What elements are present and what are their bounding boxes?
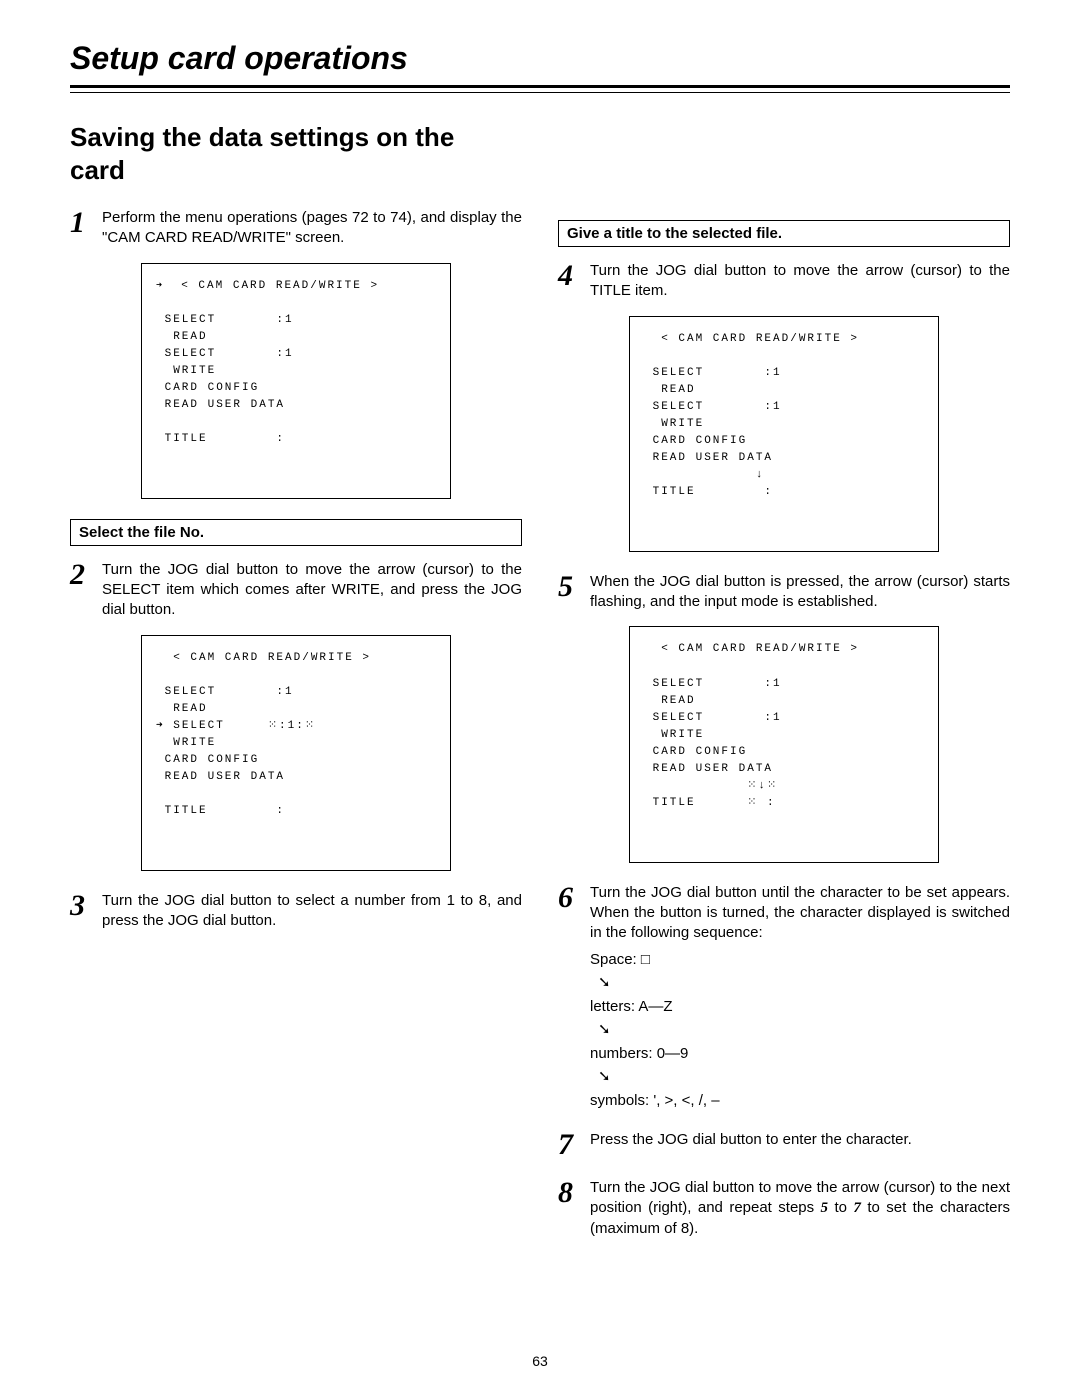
screen-cam-card-1: < CAM CARD READ/WRITE > SELECT :1 READ S… (141, 263, 451, 499)
down-arrow-icon: ➘ (598, 973, 611, 993)
seq-symbols: symbols: ', >, <, /, – (590, 1091, 1010, 1111)
screen-content: < CAM CARD READ/WRITE > SELECT :1 READ S… (644, 641, 924, 811)
inline-step-ref: 7 (853, 1200, 861, 1216)
left-column: 1 Perform the menu operations (pages 72 … (70, 208, 522, 1251)
screen-cam-card-3: < CAM CARD READ/WRITE > SELECT :1 READ S… (629, 316, 939, 552)
step-7: 7 Press the JOG dial button to enter the… (558, 1130, 1010, 1160)
step-text: When the JOG dial button is pressed, the… (590, 572, 1010, 613)
down-arrow-icon: ➘ (598, 1020, 611, 1040)
char-sequence-block: Space: □ ➘ letters: A—Z ➘ numbers: 0—9 ➘… (590, 950, 1010, 1111)
step-4: 4 Turn the JOG dial button to move the a… (558, 261, 1010, 302)
seq-numbers: numbers: 0—9 (590, 1044, 1010, 1064)
two-column-layout: 1 Perform the menu operations (pages 72 … (70, 208, 1010, 1251)
step-number: 2 (70, 560, 98, 590)
step-5: 5 When the JOG dial button is pressed, t… (558, 572, 1010, 613)
step-2: 2 Turn the JOG dial button to move the a… (70, 560, 522, 621)
step-number: 4 (558, 261, 586, 291)
box-heading-give-title: Give a title to the selected file. (558, 220, 1010, 247)
right-column: Give a title to the selected file. 4 Tur… (558, 208, 1010, 1251)
step-text: Turn the JOG dial button to select a num… (102, 891, 522, 932)
step-8: 8 Turn the JOG dial button to move the a… (558, 1178, 1010, 1239)
step-number: 1 (70, 208, 98, 238)
step-1: 1 Perform the menu operations (pages 72 … (70, 208, 522, 249)
chapter-title: Setup card operations (70, 40, 1010, 77)
screen-content: < CAM CARD READ/WRITE > SELECT :1 READ S… (156, 278, 436, 448)
arrow-icon (156, 280, 164, 292)
step-number: 6 (558, 883, 586, 913)
section-title: Saving the data settings on the card (70, 121, 510, 186)
step-number: 5 (558, 572, 586, 602)
step-3: 3 Turn the JOG dial button to select a n… (70, 891, 522, 932)
double-rule (70, 85, 1010, 93)
step-number: 3 (70, 891, 98, 921)
step-text: Turn the JOG dial button to move the arr… (590, 261, 1010, 302)
step-number: 8 (558, 1178, 586, 1208)
step-text-part: Turn the JOG dial button until the chara… (590, 884, 1010, 942)
step-text: Press the JOG dial button to enter the c… (590, 1130, 1010, 1150)
step-text: Perform the menu operations (pages 72 to… (102, 208, 522, 249)
screen-content: < CAM CARD READ/WRITE > SELECT :1 READ S… (644, 331, 924, 501)
down-arrow-icon: ➘ (598, 1067, 611, 1087)
screen-content: < CAM CARD READ/WRITE > SELECT :1 READ ➜… (156, 650, 436, 820)
screen-cam-card-4: < CAM CARD READ/WRITE > SELECT :1 READ S… (629, 626, 939, 862)
document-page: Setup card operations Saving the data se… (0, 0, 1080, 1397)
step-text: Turn the JOG dial button to move the arr… (102, 560, 522, 621)
seq-space: Space: □ (590, 950, 1010, 970)
screen-text: < CAM CARD READ/WRITE > SELECT :1 READ S… (156, 280, 379, 445)
screen-cam-card-2: < CAM CARD READ/WRITE > SELECT :1 READ ➜… (141, 635, 451, 871)
step-text-part: to (828, 1199, 853, 1216)
seq-letters: letters: A—Z (590, 997, 1010, 1017)
step-text: Turn the JOG dial button until the chara… (590, 883, 1010, 1112)
step-number: 7 (558, 1130, 586, 1160)
inline-step-ref: 5 (821, 1200, 829, 1216)
box-heading-select-file: Select the file No. (70, 519, 522, 546)
page-number: 63 (0, 1353, 1080, 1369)
step-6: 6 Turn the JOG dial button until the cha… (558, 883, 1010, 1112)
step-text: Turn the JOG dial button to move the arr… (590, 1178, 1010, 1239)
